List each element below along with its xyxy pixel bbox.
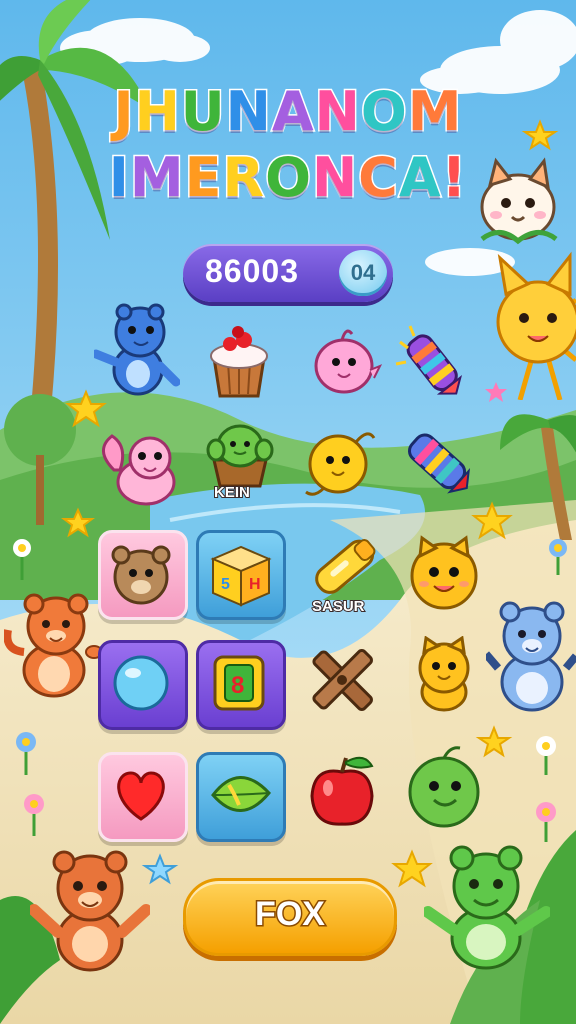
flower-icon	[536, 802, 556, 842]
board-cell-red-heart-tile[interactable]	[98, 752, 188, 842]
fox-button-label: FOX	[254, 894, 327, 935]
board-cell-pink-bird[interactable]	[312, 326, 382, 396]
svg-text:H: H	[249, 576, 261, 593]
board-cell-firework-rocket-2[interactable]	[396, 424, 478, 502]
board-cell-toy-block-tile[interactable]: 5 H	[196, 530, 286, 620]
flower-icon	[24, 794, 44, 836]
board-cell-blue-bubble-tile[interactable]	[98, 640, 188, 730]
board-cell-brown-bear-tile[interactable]	[98, 530, 188, 620]
board-cell-firework-rocket[interactable]	[392, 318, 474, 396]
brown-bear-icon	[111, 545, 171, 605]
leaf-icon	[211, 776, 271, 812]
board-cell-yellow-whistle[interactable]	[304, 530, 382, 602]
board-cell-wooden-cross[interactable]	[302, 640, 382, 720]
board-cell-yellow-cat[interactable]	[406, 636, 480, 718]
board-cell-yellow-chick[interactable]	[304, 428, 378, 498]
flower-icon	[536, 736, 556, 775]
board-cell-blue-bear[interactable]	[94, 302, 180, 402]
fox-button[interactable]: FOX	[183, 878, 397, 956]
flower-icon	[13, 539, 31, 580]
board-cell-green-blob[interactable]	[404, 740, 484, 830]
heart-icon	[117, 771, 165, 821]
board-cell-red-apple[interactable]	[306, 752, 382, 830]
board-cell-cactus-pot[interactable]	[204, 420, 276, 490]
board-cell-yellow-cat-face[interactable]	[406, 534, 482, 612]
flowers	[13, 539, 567, 842]
board-cell-number-block-tile[interactable]: 8	[196, 640, 286, 730]
board-cell-cupcake[interactable]	[206, 322, 272, 400]
bubble-icon	[113, 655, 169, 711]
board-cell-green-leaf-tile[interactable]	[196, 752, 286, 842]
number-block-icon: 8	[213, 655, 265, 711]
svg-text:8: 8	[231, 672, 244, 699]
board-cell-pink-squirrel[interactable]	[98, 430, 182, 510]
flower-icon	[16, 732, 36, 775]
whistle-label: SASUR	[311, 597, 365, 616]
toy-block-icon: 5 H	[210, 545, 272, 607]
cactus-pot-label: KEIN	[213, 483, 251, 502]
flower-icon	[549, 539, 567, 575]
svg-text:5: 5	[221, 576, 230, 593]
game-scene: JHUNANOM IMERONCA! 86003 04 KEIN 5 H SAS…	[0, 0, 576, 1024]
